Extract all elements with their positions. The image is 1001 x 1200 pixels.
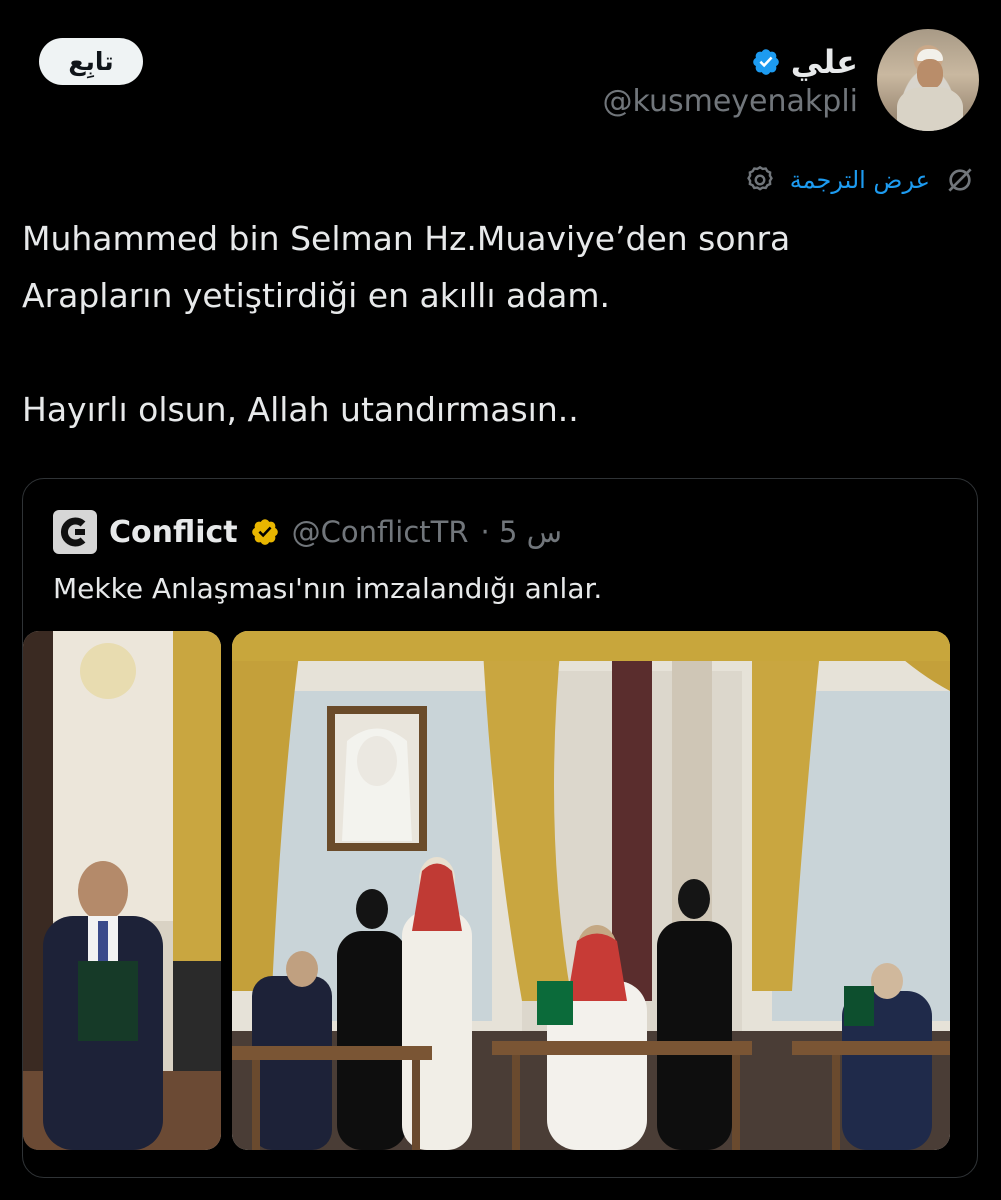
tweet-line: Hayırlı olsun, Allah utandırmasın.. <box>22 390 579 429</box>
quoted-tweet-card[interactable]: Conflict @ConflictTR · 5 س Mekke Anlaşma… <box>22 478 978 1178</box>
quoted-tweet-header: Conflict @ConflictTR · 5 س <box>53 509 562 555</box>
tweet-text: Muhammed bin Selman Hz.Muaviye’den sonra… <box>22 210 972 438</box>
gold-verified-badge-icon <box>251 519 278 545</box>
quoted-photo-1[interactable] <box>23 631 221 1150</box>
tweet-line: Arapların yetiştirdiği en akıllı adam. <box>22 276 611 315</box>
quoted-timestamp[interactable]: · 5 س <box>481 515 563 549</box>
author-name-row[interactable]: علي <box>751 40 858 84</box>
avatar-body <box>897 87 963 131</box>
author-avatar[interactable] <box>877 29 979 131</box>
follow-button[interactable]: تابِع <box>39 38 143 85</box>
quoted-tweet-text: Mekke Anlaşması'nın imzalandığı anlar. <box>53 572 603 605</box>
author-display-name[interactable]: علي <box>791 43 858 81</box>
tweet-line: Muhammed bin Selman Hz.Muaviye’den sonra <box>22 219 791 258</box>
quoted-photo-2[interactable] <box>232 631 950 1150</box>
gear-icon[interactable] <box>744 164 776 196</box>
quoted-author-handle[interactable]: @ConflictTR <box>292 515 469 549</box>
translate-icon <box>948 168 972 192</box>
quoted-author-name[interactable]: Conflict <box>109 515 238 550</box>
verified-badge-icon <box>752 49 779 75</box>
translate-row: عرض الترجمة <box>744 160 976 200</box>
avatar-face <box>917 59 943 89</box>
show-translation-link[interactable]: عرض الترجمة <box>790 166 930 194</box>
conflict-logo-icon <box>53 510 97 554</box>
author-handle[interactable]: @kusmeyenakpli <box>603 84 858 119</box>
